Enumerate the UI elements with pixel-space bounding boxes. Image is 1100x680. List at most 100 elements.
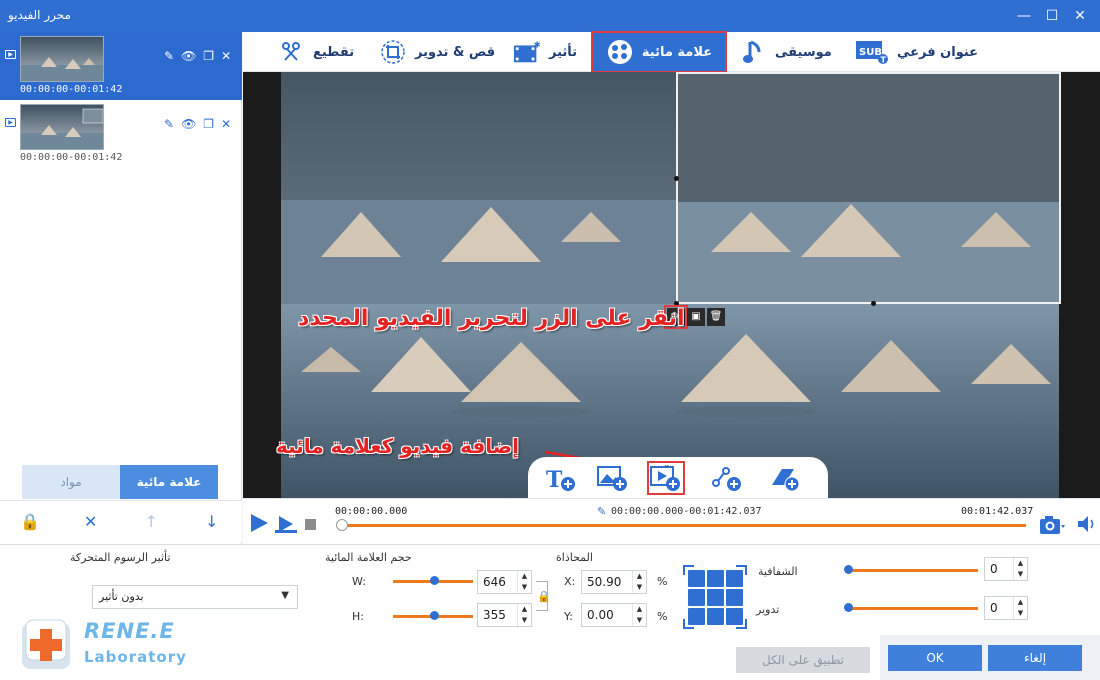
close-icon[interactable]: ✕ [221,49,231,63]
delete-x-icon[interactable]: ✕ [76,512,106,531]
watermark-icon [606,38,634,66]
left-tabs: مواد علامة مائية [22,465,218,499]
transparency-stepper[interactable]: ▲ ▼ [1013,558,1027,580]
play-segment-icon[interactable] [275,515,297,533]
move-down-icon[interactable]: ↓ [197,512,227,531]
play-icon[interactable] [249,513,269,533]
lock-icon[interactable]: 🔒 [537,590,551,603]
cancel-button[interactable]: إلغاء [988,645,1082,671]
rotate-field[interactable]: 0 ▲ ▼ [984,596,1028,620]
align-top-left[interactable] [688,570,705,587]
align-top-right[interactable] [726,570,743,587]
transparency-field[interactable]: 0 ▲ ▼ [984,557,1028,581]
pencil-icon[interactable]: ✎ [164,117,174,131]
rotate-slider-knob[interactable] [844,603,853,612]
film-icon: ▶ [5,50,16,59]
align-bottom-left[interactable] [688,608,705,625]
tab-materials[interactable]: مواد [22,465,120,499]
transparency-slider[interactable] [848,569,978,572]
clip-item[interactable]: ▶ 00:00:00-00:01:42 ✎ 👁 ❐ ✕ [0,32,242,100]
stop-icon[interactable] [305,519,316,530]
ok-button[interactable]: OK [888,645,982,671]
add-shape-watermark-icon[interactable] [768,463,802,493]
x-stepper[interactable]: ▲ ▼ [632,571,646,593]
pencil-icon[interactable]: ✎ [164,49,174,63]
add-motion-watermark-icon[interactable] [710,463,744,493]
y-position-field[interactable]: 0.00 ▲ ▼ [581,603,647,627]
alignment-label: المحاذاة [556,551,593,564]
svg-text:SUB: SUB [859,47,882,58]
window-title: محرر الفيديو [8,8,71,22]
y-stepper[interactable]: ▲ ▼ [632,604,646,626]
align-middle-left[interactable] [688,589,705,606]
delete-watermark-icon[interactable]: 🗑 [707,308,725,326]
width-stepper[interactable]: ▲ ▼ [517,571,531,593]
height-stepper[interactable]: ▲ ▼ [517,604,531,626]
watermark-button[interactable]: علامة مائية [591,31,727,73]
watermark-size-label: حجم العلامة المائية [325,551,412,564]
rotate-slider[interactable] [848,607,978,610]
align-center[interactable] [707,589,724,606]
close-button[interactable]: ✕ [1070,6,1090,26]
copy-icon[interactable]: ❐ [203,117,214,131]
maximize-button[interactable]: ☐ [1042,6,1062,26]
eye-icon[interactable]: 👁 [181,117,196,131]
y-value: 0.00 [587,608,614,622]
x-position-field[interactable]: 50.90 ▲ ▼ [581,570,647,594]
width-slider-knob[interactable] [430,576,439,585]
clip-list-panel: ▶ 00:00:00-00:01:42 ✎ 👁 ❐ ✕ ▶ 00:00:00-0… [0,32,242,544]
animation-effect-value: بدون تأثير [99,590,144,603]
width-value: 646 [483,575,506,589]
height-slider-knob[interactable] [430,611,439,620]
effect-button[interactable]: ✱ تأثير [513,32,577,72]
align-bottom-right[interactable] [726,608,743,625]
effect-label: تأثير [549,44,578,60]
subtitle-button[interactable]: SUB T عنوان فرعي [855,32,978,72]
camera-icon[interactable] [1039,514,1065,536]
alignment-grid [683,565,747,629]
minimize-button[interactable]: — [1014,6,1034,26]
rotate-stepper[interactable]: ▲ ▼ [1013,597,1027,619]
resize-handle[interactable] [674,176,679,181]
crop-rotate-button[interactable]: قص & تدوير [379,32,495,72]
pencil-icon[interactable]: ✎ [597,505,606,518]
timeline-track[interactable] [338,524,1026,527]
playhead-handle[interactable] [336,519,348,531]
height-field[interactable]: 355 ▲ ▼ [477,603,532,627]
copy-icon[interactable]: ❐ [203,49,214,63]
svg-text:✱: ✱ [534,39,541,49]
add-watermark-bar: T [528,457,828,499]
move-up-icon[interactable]: ↑ [136,512,166,531]
transparency-slider-knob[interactable] [844,565,853,574]
eye-icon[interactable]: 👁 [181,49,196,63]
close-icon[interactable]: ✕ [221,117,231,131]
trim-button[interactable]: تقطيع [277,32,354,72]
clip-duration: 00:00:00-00:01:42 [20,152,123,163]
apply-all-button[interactable]: تطبيق على الكل [736,647,870,673]
music-button[interactable]: موسيقى [739,32,832,72]
watermark-selection-box[interactable] [676,72,1061,304]
align-middle-right[interactable] [726,589,743,606]
tab-watermark[interactable]: علامة مائية [120,465,218,499]
replace-image-icon[interactable]: ▣ [687,308,705,326]
svg-text:T: T [881,56,887,65]
logo-icon [18,617,74,673]
film-icon: ▶ [5,118,16,127]
width-field[interactable]: 646 ▲ ▼ [477,570,532,594]
align-bottom-center[interactable] [707,608,724,625]
volume-icon[interactable] [1077,515,1097,533]
align-top-center[interactable] [707,570,724,587]
music-label: موسيقى [775,44,832,60]
add-image-watermark-icon[interactable] [596,463,630,493]
video-editor-window: محرر الفيديو — ☐ ✕ ▶ 00:00:00-00:01:42 ✎… [0,0,1100,680]
clip-item[interactable]: ▶ 00:00:00-00:01:42 ✎ 👁 ❐ ✕ [0,100,242,168]
animation-effect-label: تأثير الرسوم المتحركة [70,551,171,564]
lock-icon[interactable]: 🔒 [15,512,45,531]
svg-text:T: T [546,467,563,493]
animation-effect-dropdown[interactable]: بدون تأثير ▼ [92,585,298,609]
height-label: H: [352,610,364,623]
logo-subtitle: Laboratory [84,648,187,666]
resize-handle[interactable] [871,301,876,306]
list-actions: 🔒 ✕ ↑ ↓ [0,500,242,542]
add-text-watermark-icon[interactable]: T [544,463,578,493]
